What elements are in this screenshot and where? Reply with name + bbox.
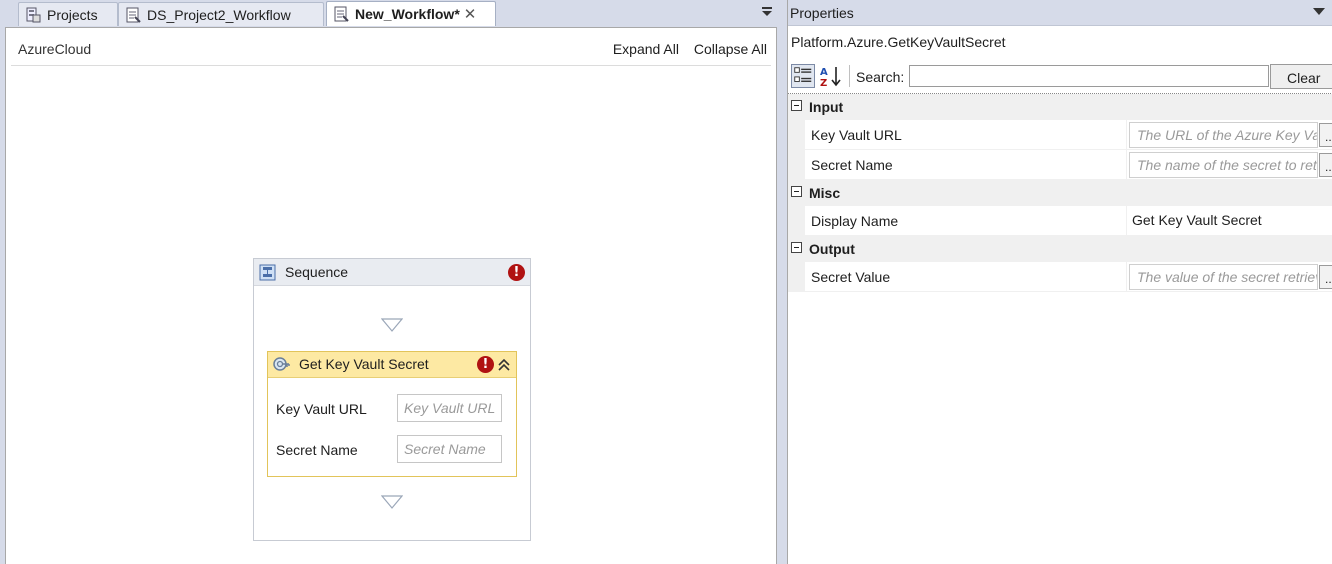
collapse-toggle-icon[interactable] [791, 100, 802, 111]
secret-name-value-input[interactable]: The name of the secret to retrieve [1129, 152, 1318, 178]
error-icon[interactable]: ! [477, 356, 494, 373]
properties-toolbar: A Z Search: Clear [788, 62, 1332, 90]
categorized-view-icon[interactable] [791, 64, 815, 88]
search-input[interactable] [909, 65, 1269, 87]
display-name-value[interactable]: Get Key Vault Secret [1132, 212, 1262, 228]
collapse-chevron-icon[interactable] [497, 357, 511, 373]
properties-pane: Properties Platform.Azure.GetKeyVaultSec… [787, 0, 1332, 564]
category-output[interactable]: Output [788, 236, 1332, 262]
category-label: Output [809, 241, 855, 257]
expand-all-button[interactable]: Expand All [613, 41, 679, 57]
category-input[interactable]: Input [788, 94, 1332, 120]
activity-header[interactable]: Get Key Vault Secret ! [268, 352, 516, 378]
category-label: Misc [809, 185, 841, 201]
workflow-doc-icon [334, 6, 349, 22]
toolbar-separator [849, 65, 850, 87]
get-key-vault-secret-activity[interactable]: Get Key Vault Secret ! Key Vault URL Key… [267, 351, 517, 477]
secret-value-input[interactable]: The value of the secret retrieved [1129, 264, 1318, 290]
key-vault-url-value-input[interactable]: The URL of the Azure Key Vault [1129, 122, 1318, 148]
row-gutter [788, 150, 805, 180]
document-tabstrip: Projects DS_Project2_Workflow New_Workfl… [0, 0, 781, 27]
collapse-toggle-icon[interactable] [791, 186, 802, 197]
designer-toolbar: AzureCloud Expand All Collapse All [11, 32, 771, 66]
row-gutter [788, 262, 805, 292]
tab-overflow-menu-icon[interactable] [760, 5, 774, 19]
property-row-key-vault-url[interactable]: Key Vault URL The URL of the Azure Key V… [788, 120, 1332, 150]
column-divider [1126, 206, 1127, 236]
properties-title: Properties [790, 5, 854, 21]
column-divider [1126, 120, 1127, 150]
tab-projects[interactable]: Projects [18, 2, 118, 26]
ellipsis-button[interactable]: ... [1319, 123, 1332, 147]
row-gutter [788, 206, 805, 236]
close-tab-icon[interactable]: ✕ [464, 5, 477, 23]
designer-pane: Projects DS_Project2_Workflow New_Workfl… [0, 0, 781, 564]
property-name: Secret Value [811, 269, 891, 285]
selected-type-name: Platform.Azure.GetKeyVaultSecret [791, 34, 1006, 50]
sequence-header[interactable]: Sequence ! [254, 259, 530, 286]
collapse-all-button[interactable]: Collapse All [694, 41, 767, 57]
ellipsis-button[interactable]: ... [1319, 265, 1332, 289]
category-label: Input [809, 99, 844, 115]
key-search-icon [273, 357, 290, 371]
tab-ds-project2-workflow[interactable]: DS_Project2_Workflow [118, 2, 324, 26]
projects-icon [26, 7, 41, 22]
sequence-icon [259, 264, 276, 281]
svg-text:A: A [820, 67, 828, 78]
tab-label: Projects [47, 6, 98, 23]
dropdown-arrow-icon[interactable] [1313, 8, 1325, 16]
key-vault-url-label: Key Vault URL [276, 401, 367, 417]
secret-name-input[interactable]: Secret Name [397, 435, 502, 463]
clear-button[interactable]: Clear [1270, 64, 1332, 89]
secret-name-label: Secret Name [276, 442, 358, 458]
property-name: Secret Name [811, 157, 893, 173]
activity-title: Get Key Vault Secret [299, 356, 429, 372]
tab-new-workflow[interactable]: New_Workflow* ✕ [326, 1, 496, 26]
column-divider [1126, 150, 1127, 180]
category-misc[interactable]: Misc [788, 180, 1332, 206]
row-gutter [788, 120, 805, 150]
tab-label: New_Workflow* [355, 6, 460, 22]
breadcrumb[interactable]: AzureCloud [18, 41, 91, 57]
error-icon[interactable]: ! [508, 264, 525, 281]
workflow-canvas[interactable]: AzureCloud Expand All Collapse All Seque… [5, 27, 777, 564]
property-row-secret-name[interactable]: Secret Name The name of the secret to re… [788, 150, 1332, 180]
alphabetical-sort-icon[interactable]: A Z [819, 65, 843, 87]
tab-label: DS_Project2_Workflow [147, 6, 291, 23]
collapse-toggle-icon[interactable] [791, 242, 802, 253]
workflow-doc-icon [126, 7, 141, 23]
sequence-activity[interactable]: Sequence ! Get Key Vault Secret ! Key Va… [253, 258, 531, 541]
properties-titlebar: Properties [788, 0, 1332, 26]
drop-target-arrow-icon[interactable] [381, 318, 403, 332]
property-row-secret-value[interactable]: Secret Value The value of the secret ret… [788, 262, 1332, 292]
property-grid: Input Key Vault URL The URL of the Azure… [788, 93, 1332, 292]
column-divider [1126, 262, 1127, 292]
search-label: Search: [856, 69, 905, 85]
property-name: Key Vault URL [811, 127, 902, 143]
svg-text:Z: Z [820, 78, 827, 87]
drop-target-arrow-icon[interactable] [381, 495, 403, 509]
key-vault-url-input[interactable]: Key Vault URL [397, 394, 502, 422]
sequence-title: Sequence [285, 264, 349, 280]
property-row-display-name[interactable]: Display Name Get Key Vault Secret [788, 206, 1332, 236]
ellipsis-button[interactable]: ... [1319, 153, 1332, 177]
property-name: Display Name [811, 213, 899, 229]
